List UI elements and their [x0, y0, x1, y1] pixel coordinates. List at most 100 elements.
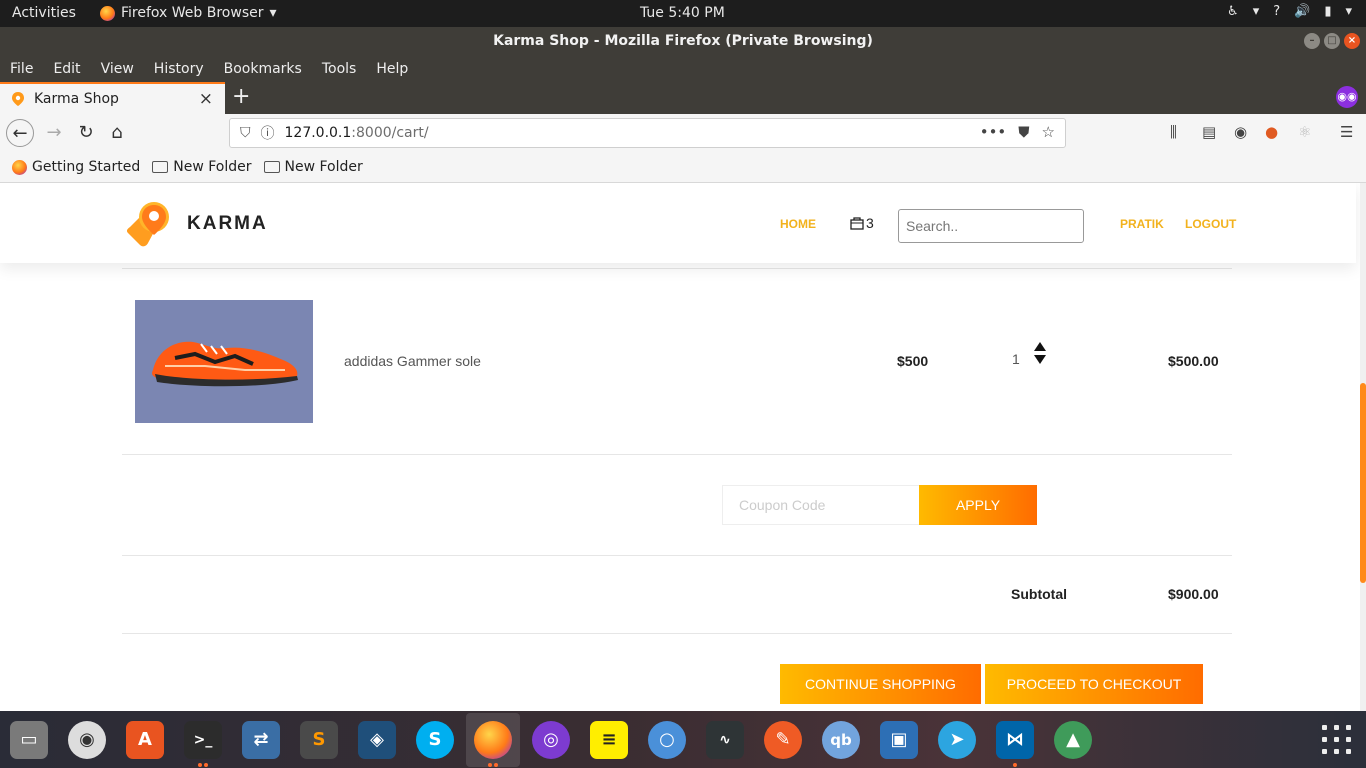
close-icon[interactable]: × [1344, 33, 1360, 49]
system-monitor-icon[interactable]: ∿ [706, 721, 744, 759]
app-menu-label: Firefox Web Browser [121, 5, 264, 21]
back-icon[interactable]: ← [6, 119, 34, 147]
scrollbar-thumb[interactable] [1360, 383, 1366, 583]
clock[interactable]: Tue 5:40 PM [640, 5, 725, 21]
maximize-icon[interactable]: □ [1324, 33, 1340, 49]
chromium-icon[interactable]: ○ [648, 721, 686, 759]
rocket-icon[interactable]: ▲ [1054, 721, 1092, 759]
accessibility-icon[interactable]: ♿ [1227, 4, 1239, 19]
page-actions-icon[interactable]: ••• [980, 123, 1007, 141]
terminal-icon[interactable]: >_ [184, 721, 222, 759]
close-tab-icon[interactable]: × [199, 89, 213, 109]
tab-karma-shop[interactable]: Karma Shop × [0, 82, 225, 114]
divider [122, 454, 1232, 455]
system-tray[interactable]: ♿ ▾ ? 🔊 ▮ ▾ [1227, 4, 1352, 19]
nav-user[interactable]: PRATIK [1120, 217, 1164, 231]
battery-icon[interactable]: ▮ [1324, 4, 1331, 19]
nav-cart[interactable]: 3 [850, 215, 874, 231]
new-tab-icon[interactable]: + [232, 84, 250, 109]
notes-icon[interactable]: ≡ [590, 721, 628, 759]
running-indicator [198, 763, 202, 767]
bookmark-folder[interactable]: New Folder [263, 159, 363, 175]
bookmark-folder[interactable]: New Folder [152, 159, 252, 175]
firefox-icon [100, 5, 115, 21]
network-manager-icon[interactable]: ⇄ [242, 721, 280, 759]
divider [122, 633, 1232, 634]
account-icon[interactable]: ◉ [1234, 123, 1247, 141]
menu-tools[interactable]: Tools [322, 61, 357, 77]
page-scrollbar[interactable] [1360, 183, 1366, 711]
software-center-icon[interactable]: A [126, 721, 164, 759]
help-icon[interactable]: ? [1273, 4, 1280, 19]
vscode-icon[interactable]: ⋈ [996, 721, 1034, 759]
firefox-icon [12, 159, 27, 175]
show-applications-icon[interactable] [1322, 725, 1352, 755]
bookmark-label: Getting Started [32, 159, 141, 175]
product-name[interactable]: addidas Gammer sole [344, 353, 481, 369]
product-image [135, 300, 313, 423]
mysql-workbench-icon[interactable]: ◈ [358, 721, 396, 759]
tor-browser-icon[interactable]: ◎ [532, 721, 570, 759]
running-indicator [204, 763, 208, 767]
window-titlebar: Karma Shop - Mozilla Firefox (Private Br… [0, 27, 1366, 55]
menu-bookmarks[interactable]: Bookmarks [224, 61, 302, 77]
menu-help[interactable]: Help [376, 61, 408, 77]
home-icon[interactable]: ⌂ [103, 119, 131, 147]
brand-name[interactable]: KARMA [187, 213, 268, 235]
bookmark-star-icon[interactable]: ☆ [1042, 123, 1055, 141]
app-menu[interactable]: Firefox Web Browser ▾ [100, 5, 277, 21]
forward-icon[interactable]: → [40, 119, 68, 147]
window-title: Karma Shop - Mozilla Firefox (Private Br… [493, 33, 873, 49]
minimize-icon[interactable]: – [1304, 33, 1320, 49]
menu-edit[interactable]: Edit [53, 61, 80, 77]
divider [122, 268, 1232, 269]
info-icon[interactable]: ⓘ [261, 123, 275, 143]
quantity-value[interactable]: 1 [1012, 351, 1020, 367]
coupon-code-input[interactable] [722, 485, 920, 525]
duckduckgo-icon[interactable]: ● [1265, 123, 1278, 141]
search-input[interactable] [898, 209, 1084, 243]
cart-icon [850, 217, 864, 230]
extension-icon[interactable]: ⚛ [1298, 123, 1311, 141]
bookmark-label: New Folder [284, 159, 363, 175]
menu-file[interactable]: File [10, 61, 33, 77]
subtotal-label: Subtotal [1011, 586, 1067, 602]
continue-shopping-button[interactable]: CONTINUE SHOPPING [780, 664, 981, 704]
rhythmbox-icon[interactable]: ◉ [68, 721, 106, 759]
folder-icon [263, 161, 280, 173]
activities-button[interactable]: Activities [12, 5, 76, 21]
url-bar[interactable]: ⛉ ⓘ 127.0.0.1:8000/cart/ ••• ⛊ ☆ [229, 118, 1066, 148]
private-browsing-icon: ◉◉ [1336, 86, 1358, 108]
postman-icon[interactable]: ✎ [764, 721, 802, 759]
folder-icon [152, 161, 169, 173]
nav-home[interactable]: HOME [780, 217, 816, 231]
tab-strip: Karma Shop × + ◉◉ [0, 82, 1366, 114]
sidebar-icon[interactable]: ▤ [1202, 123, 1216, 141]
menu-bar: File Edit View History Bookmarks Tools H… [0, 55, 1366, 82]
menu-view[interactable]: View [101, 61, 134, 77]
nav-logout[interactable]: LOGOUT [1185, 217, 1236, 231]
qbittorrent-icon[interactable]: qb [822, 721, 860, 759]
menu-history[interactable]: History [154, 61, 204, 77]
firefox-dock-icon[interactable] [474, 721, 512, 759]
hamburger-menu-icon[interactable]: ☰ [1340, 123, 1353, 141]
volume-icon[interactable]: 🔊 [1294, 4, 1310, 19]
skype-icon[interactable]: S [416, 721, 454, 759]
shield-icon[interactable]: ⛉ [240, 125, 251, 141]
apply-coupon-button[interactable]: APPLY [919, 485, 1037, 525]
telegram-icon[interactable]: ➤ [938, 721, 976, 759]
bookmark-getting-started[interactable]: Getting Started [12, 159, 140, 175]
chevron-down-icon[interactable]: ▾ [1253, 4, 1260, 19]
files-icon[interactable]: ▭ [10, 721, 48, 759]
proceed-to-checkout-button[interactable]: PROCEED TO CHECKOUT [985, 664, 1203, 704]
url-text[interactable]: 127.0.0.1:8000/cart/ [285, 125, 429, 141]
screenshot-icon[interactable]: ▣ [880, 721, 918, 759]
pocket-icon[interactable]: ⛊ [1018, 123, 1029, 141]
decrease-quantity-icon[interactable] [1034, 355, 1046, 364]
increase-quantity-icon[interactable] [1034, 342, 1046, 351]
karma-logo-icon[interactable] [122, 197, 174, 249]
sublime-text-icon[interactable]: S [300, 721, 338, 759]
library-icon[interactable]: ⫼ [1170, 123, 1177, 141]
chevron-down-icon[interactable]: ▾ [1345, 4, 1352, 19]
reload-icon[interactable]: ↻ [72, 119, 100, 147]
